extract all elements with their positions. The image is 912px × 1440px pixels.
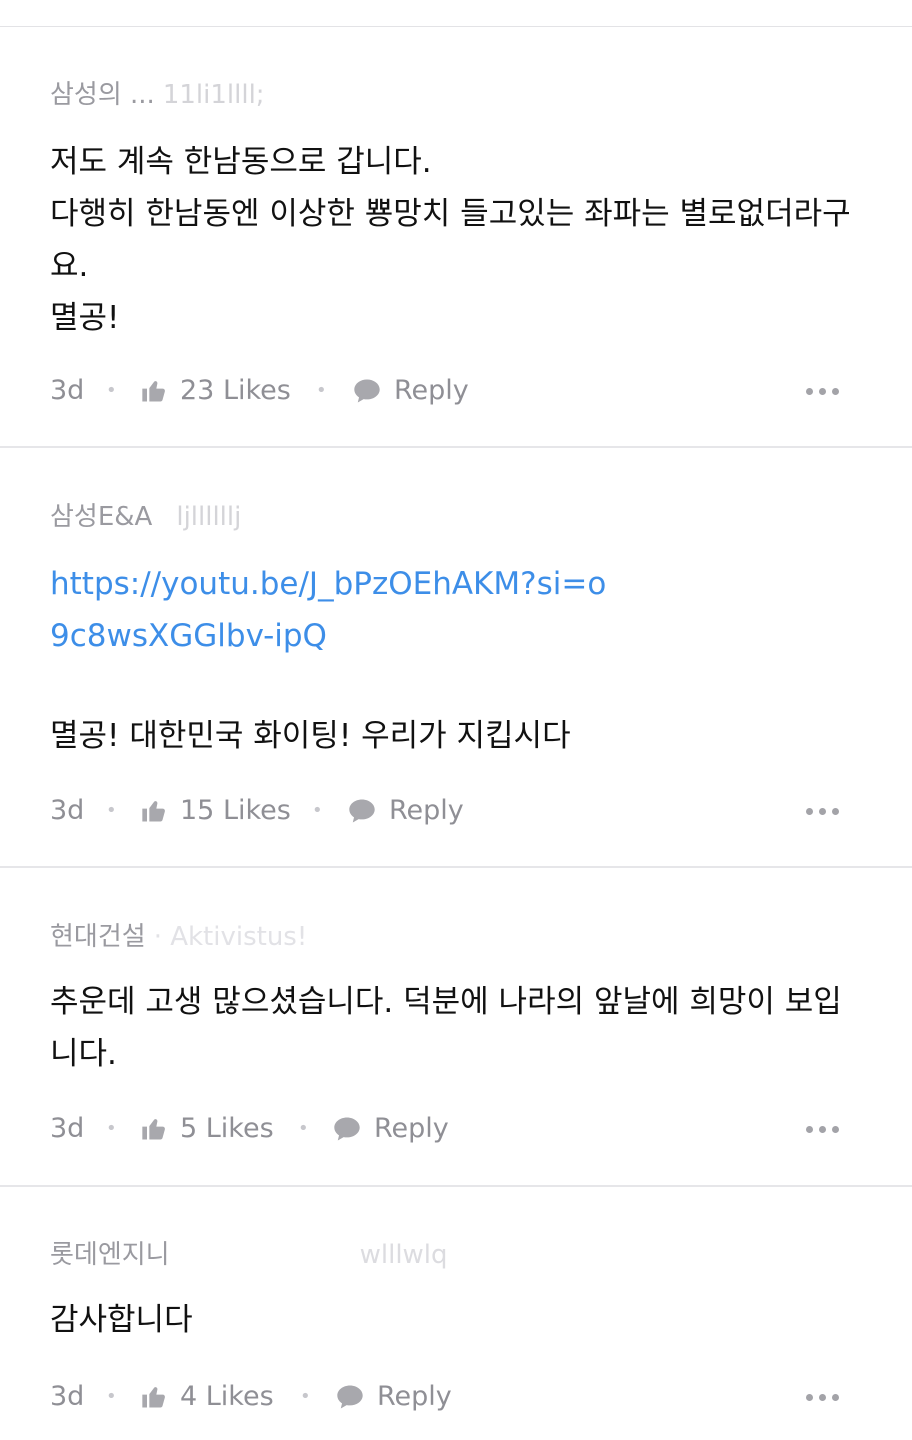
- comment-link[interactable]: https://youtu.be/J_bPzOEhAKM?si=o9c8wsXG…: [50, 558, 610, 662]
- more-dots-icon[interactable]: [806, 1377, 845, 1417]
- like-button[interactable]: 23 Likes: [140, 371, 291, 411]
- more-dots-icon[interactable]: [806, 791, 845, 831]
- more-dots-icon[interactable]: [806, 1109, 845, 1149]
- separator-dot: •: [106, 1118, 117, 1139]
- comment-author[interactable]: 현대건설 · Aktivistus!: [50, 920, 307, 954]
- comment-divider: [0, 446, 912, 448]
- separator-dot: •: [106, 800, 117, 821]
- comment-body: 추운데 고생 많으셨습니다. 덕분에 나라의 앞날에 희망이 보입니다.: [50, 984, 842, 1072]
- comment-time: 3d: [50, 1113, 85, 1144]
- separator-dot: •: [298, 1118, 309, 1139]
- comment-body: 감사합니다: [50, 1302, 193, 1338]
- thumbs-up-icon: [142, 1387, 165, 1408]
- separator-dot: •: [106, 380, 117, 401]
- like-button[interactable]: 5 Likes: [140, 1109, 274, 1149]
- speech-bubble-icon: [354, 379, 380, 403]
- reply-button[interactable]: Reply: [332, 1109, 449, 1149]
- like-button[interactable]: 15 Likes: [140, 791, 291, 831]
- comment-time: 3d: [50, 375, 85, 406]
- comment-actions: 3d • 4 Likes • Reply: [50, 1377, 850, 1417]
- comment-body: 저도 계속 한남동으로 갑니다. 다행히 한남동엔 이상한 뿅망치 들고있는 좌…: [50, 144, 851, 336]
- comment-actions: 3d • 23 Likes • Reply: [50, 371, 850, 411]
- comment-body: 멸공! 대한민국 화이팅! 우리가 지킵시다: [50, 718, 571, 754]
- separator-dot: •: [106, 1386, 117, 1407]
- comment-actions: 3d • 5 Likes • Reply: [50, 1109, 850, 1149]
- like-button[interactable]: 4 Likes: [140, 1377, 274, 1417]
- top-divider: [0, 26, 912, 27]
- thumbs-up-icon: [142, 1119, 165, 1140]
- comment-time: 3d: [50, 795, 85, 826]
- comment-author[interactable]: 롯데엔지니 wlllwlq: [50, 1238, 448, 1272]
- thumbs-up-icon: [142, 381, 165, 402]
- comment-divider: [0, 1185, 912, 1187]
- reply-button[interactable]: Reply: [352, 371, 469, 411]
- separator-dot: •: [316, 380, 327, 401]
- separator-dot: •: [312, 800, 323, 821]
- reply-button[interactable]: Reply: [347, 791, 464, 831]
- speech-bubble-icon: [337, 1385, 363, 1409]
- separator-dot: •: [300, 1386, 311, 1407]
- speech-bubble-icon: [334, 1117, 360, 1141]
- comment-author[interactable]: 삼성E&A ljllllllj: [50, 500, 241, 534]
- comment-divider: [0, 866, 912, 868]
- reply-button[interactable]: Reply: [335, 1377, 452, 1417]
- speech-bubble-icon: [349, 799, 375, 823]
- comment-author[interactable]: 삼성의 ... 11li1llll;: [50, 78, 265, 112]
- thumbs-up-icon: [142, 801, 165, 822]
- comment-actions: 3d • 15 Likes • Reply: [50, 791, 850, 831]
- comment-time: 3d: [50, 1381, 85, 1412]
- more-dots-icon[interactable]: [806, 371, 845, 411]
